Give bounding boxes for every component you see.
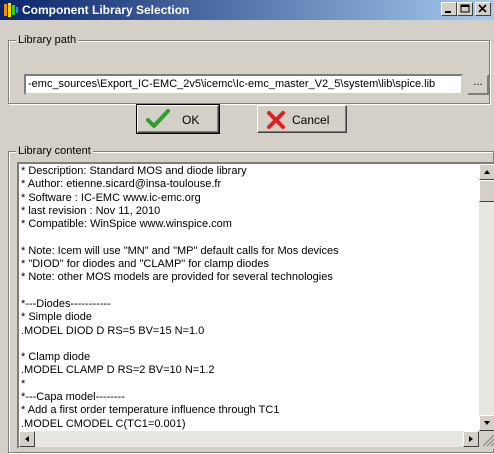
close-icon — [478, 4, 487, 13]
cancel-label: Cancel — [292, 113, 330, 127]
scroll-down-button[interactable] — [479, 415, 494, 431]
library-content-text[interactable]: * Description: Standard MOS and diode li… — [17, 162, 494, 449]
content-line: * Note: other MOS models are provided fo… — [21, 271, 333, 284]
minimize-icon — [445, 11, 451, 13]
content-line: * Add a first order temperature influenc… — [21, 404, 280, 417]
close-button[interactable] — [475, 2, 491, 16]
maximize-button[interactable] — [457, 2, 473, 16]
content-line: * Author: etienne.sicard@insa-toulouse.f… — [21, 178, 222, 191]
content-line: .MODEL DIOD D RS=5 BV=15 N=1.0 — [21, 324, 205, 337]
cross-icon — [267, 111, 285, 129]
horizontal-scrollbar[interactable] — [19, 431, 479, 447]
ok-label: OK — [182, 113, 200, 127]
content-line: * Description: Standard MOS and diode li… — [21, 165, 247, 177]
arrow-left-icon — [25, 436, 29, 442]
scroll-right-button[interactable] — [463, 431, 479, 447]
library-content-legend: Library content — [16, 145, 93, 157]
content-line: * Software : IC-EMC www.ic-emc.org — [21, 191, 201, 204]
maximize-icon — [460, 4, 470, 13]
content-line — [21, 285, 339, 298]
content-line: .MODEL CLAMP D RS=2 BV=10 N=1.2 — [21, 364, 215, 377]
library-path-input[interactable]: -emc_sources\Export_IC-EMC_2v5\icemc\Ic-… — [24, 74, 463, 95]
arrow-up-icon — [484, 170, 490, 174]
content-line: * "DIOD" for diodes and "CLAMP" for clam… — [21, 258, 269, 271]
app-icon — [4, 3, 18, 17]
content-line — [21, 338, 339, 351]
content-line: * Simple diode — [21, 311, 92, 324]
size-grip[interactable] — [479, 431, 494, 447]
arrow-down-icon — [484, 421, 490, 425]
content-line: * Compatible: WinSpice www.winspice.com — [21, 218, 232, 231]
content-line: *---Diodes----------- — [21, 297, 111, 310]
check-icon — [146, 109, 170, 128]
content-line: * — [21, 377, 26, 390]
library-content-lines: * Description: Standard MOS and diode li… — [21, 165, 339, 431]
minimize-button[interactable] — [441, 2, 457, 16]
scroll-thumb[interactable] — [479, 180, 494, 202]
scroll-left-button[interactable] — [19, 431, 35, 447]
library-path-legend: Library path — [16, 34, 79, 46]
content-line: * Note: Icem will use "MN" and "MP" defa… — [21, 244, 339, 257]
content-line: * last revision : Nov 11, 2010 — [21, 204, 161, 217]
ok-button[interactable]: OK — [136, 104, 220, 134]
arrow-right-icon — [469, 436, 473, 442]
content-line — [21, 231, 339, 244]
scroll-up-button[interactable] — [479, 164, 494, 180]
content-line: *---Capa model-------- — [21, 391, 125, 404]
vertical-scrollbar[interactable] — [479, 164, 494, 431]
resize-grip-icon — [482, 434, 494, 447]
window-title: Component Library Selection — [22, 3, 190, 17]
content-line: .MODEL CMODEL C(TC1=0.001) — [21, 417, 186, 430]
title-bar[interactable]: Component Library Selection — [0, 0, 494, 20]
cancel-button[interactable]: Cancel — [257, 105, 347, 133]
browse-button[interactable]: ... — [467, 74, 489, 95]
content-line: * Clamp diode — [21, 351, 91, 364]
